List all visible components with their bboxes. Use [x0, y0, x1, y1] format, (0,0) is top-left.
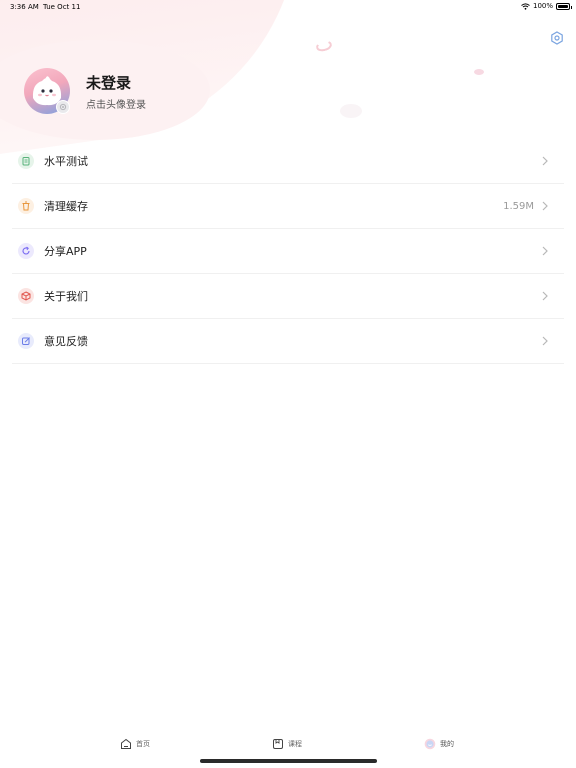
chevron-right-icon: [542, 336, 548, 346]
share-icon: [18, 243, 34, 259]
battery-icon: [556, 2, 572, 10]
status-date: Tue Oct 11: [43, 3, 81, 11]
menu-item-label: 清理缓存: [44, 200, 88, 213]
gear-icon[interactable]: [550, 31, 564, 45]
chevron-right-icon: [542, 156, 548, 166]
chevron-right-icon: [542, 246, 548, 256]
menu-item-feedback[interactable]: 意见反馈: [12, 319, 564, 364]
decorative-dot: [474, 69, 484, 75]
battery-percent: 100%: [532, 2, 553, 10]
menu-item-share-app[interactable]: 分享APP: [12, 229, 564, 274]
username[interactable]: 未登录: [86, 72, 131, 93]
tab-course[interactable]: 课程: [272, 738, 302, 750]
status-right: 100%: [521, 2, 572, 10]
tab-profile-label: 我的: [440, 740, 454, 748]
decorative-ring: [314, 39, 334, 53]
tab-profile[interactable]: 我的: [424, 738, 454, 750]
decorative-dot: [340, 104, 362, 118]
menu-item-label: 关于我们: [44, 290, 88, 303]
settings-menu: 水平测试 清理缓存 1.59M 分享APP 关于我们 意见反馈: [12, 139, 564, 364]
tab-home[interactable]: 首页: [120, 738, 150, 750]
menu-item-label: 分享APP: [44, 245, 87, 258]
camera-badge-icon[interactable]: [56, 100, 70, 114]
status-bar: 3:36 AM Tue Oct 11 100%: [0, 0, 576, 14]
course-icon: [273, 739, 283, 749]
login-hint[interactable]: 点击头像登录: [86, 96, 146, 111]
feedback-icon: [18, 333, 34, 349]
menu-item-label: 水平测试: [44, 155, 88, 168]
menu-item-clear-cache[interactable]: 清理缓存 1.59M: [12, 184, 564, 229]
home-icon: [121, 738, 131, 749]
status-time: 3:36 AM: [10, 3, 39, 11]
tab-course-label: 课程: [288, 740, 302, 748]
menu-item-label: 意见反馈: [44, 335, 88, 348]
home-indicator: [200, 759, 377, 763]
battery-level: [558, 4, 568, 8]
menu-item-level-test[interactable]: 水平测试: [12, 139, 564, 184]
profile-icon: [424, 738, 436, 750]
tab-home-label: 首页: [136, 740, 150, 748]
trash-icon: [18, 198, 34, 214]
chevron-right-icon: [542, 201, 548, 211]
camera-icon: [59, 103, 67, 111]
wifi-icon: [521, 2, 530, 10]
cube-icon: [18, 288, 34, 304]
clipboard-icon: [18, 153, 34, 169]
chevron-right-icon: [542, 291, 548, 301]
cache-size: 1.59M: [503, 200, 534, 212]
menu-item-about-us[interactable]: 关于我们: [12, 274, 564, 319]
